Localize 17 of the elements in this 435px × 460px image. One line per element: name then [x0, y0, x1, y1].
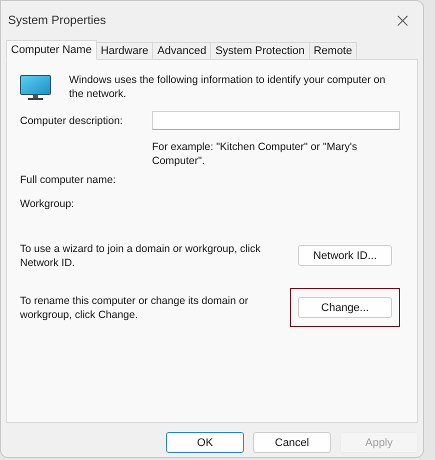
field-label: Full computer name: — [20, 174, 117, 186]
close-button[interactable]: × — [390, 8, 415, 32]
instruction-text: To use a wizard to join a domain or workgroup, click Network ID. — [20, 242, 262, 270]
monitor-icon — [20, 75, 51, 101]
dialog-button[interactable]: Cancel — [253, 432, 331, 453]
tab[interactable]: Computer Name — [6, 40, 97, 60]
action-button[interactable]: Change... — [298, 297, 392, 318]
tab[interactable]: Remote — [308, 42, 358, 60]
instruction-text: To rename this computer or change its domain or workgroup, click Change. — [20, 294, 250, 322]
window-title: System Properties — [8, 13, 106, 27]
hint-text: For example: "Kitchen Computer" or "Mary's Computer". — [152, 140, 358, 168]
field-label: Computer description: — [20, 114, 124, 126]
field-label: Workgroup: — [20, 198, 76, 210]
intro-text: Windows uses the following information to identify your computer on the network. — [69, 73, 386, 101]
dialog-button[interactable]: OK — [166, 432, 244, 453]
description-field[interactable] — [152, 111, 400, 130]
action-button[interactable]: Network ID... — [298, 245, 392, 266]
